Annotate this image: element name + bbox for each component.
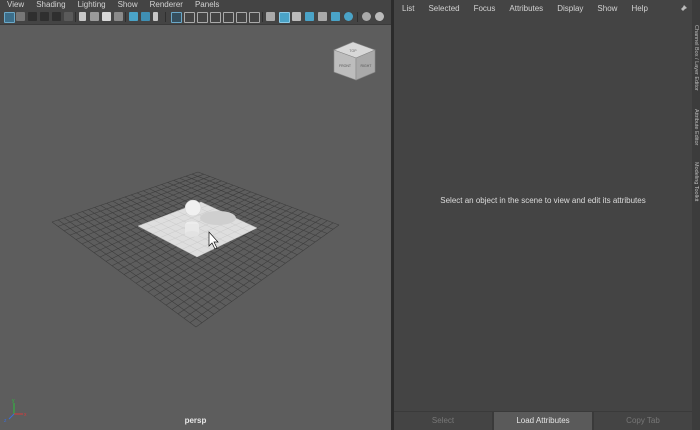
cylinder-base xyxy=(185,231,199,237)
sphere xyxy=(184,199,202,217)
viewport-panel: View Shading Lighting Show Renderer Pane… xyxy=(0,0,391,430)
tab-channel-box[interactable]: Channel Box / Layer Editor xyxy=(692,14,700,102)
camera-label: persp xyxy=(184,416,207,425)
menu-attributes[interactable]: Attributes xyxy=(502,0,550,18)
side-tab-strip: Channel Box / Layer Editor Attribute Edi… xyxy=(692,0,700,430)
menu-show[interactable]: Show xyxy=(112,0,144,10)
menu-help[interactable]: Help xyxy=(624,0,654,18)
lighting-icon[interactable] xyxy=(331,12,340,21)
single-view-icon[interactable] xyxy=(184,12,195,23)
motion-blur-icon[interactable] xyxy=(375,12,384,21)
tab-modeling-toolkit[interactable]: Modeling Toolkit xyxy=(692,154,700,210)
four-view-icon[interactable] xyxy=(210,12,221,23)
select-button[interactable]: Select xyxy=(394,412,492,430)
bookmark-icon[interactable] xyxy=(28,12,37,21)
gate-mask-icon[interactable] xyxy=(102,12,111,21)
viewport-menu-bar: View Shading Lighting Show Renderer Pane… xyxy=(0,0,391,10)
grid-toggle-icon[interactable] xyxy=(64,12,73,21)
view-cube-top-label: TOP xyxy=(349,49,357,53)
pen-icon[interactable] xyxy=(153,12,158,21)
load-attributes-button[interactable]: Load Attributes xyxy=(494,412,592,430)
smooth-shade-icon[interactable] xyxy=(279,12,290,23)
resolution-gate-icon[interactable] xyxy=(90,12,99,21)
axis-y-label: y xyxy=(12,398,15,404)
image-plane-icon[interactable] xyxy=(40,12,49,21)
pin-icon[interactable] xyxy=(678,4,688,14)
view-cube-right-label: RIGHT xyxy=(361,64,373,68)
layout-icon[interactable] xyxy=(223,12,234,23)
shadows-icon[interactable] xyxy=(344,12,353,21)
persp-layout-icon[interactable] xyxy=(249,12,260,23)
view-cube-front-label: FRONT xyxy=(339,64,352,68)
outliner-layout-icon[interactable] xyxy=(236,12,247,23)
camera-lock-icon[interactable] xyxy=(52,12,61,21)
attribute-editor-panel: List Selected Focus Attributes Display S… xyxy=(394,0,692,430)
camera-attributes-icon[interactable] xyxy=(16,12,25,21)
menu-focus[interactable]: Focus xyxy=(467,0,503,18)
scene-canvas: TOP FRONT RIGHT y x z xyxy=(4,41,376,424)
menu-renderer[interactable]: Renderer xyxy=(144,0,189,10)
empty-selection-message: Select an object in the scene to view an… xyxy=(440,196,646,205)
two-view-icon[interactable] xyxy=(197,12,208,23)
ambient-occlusion-icon[interactable] xyxy=(362,12,371,21)
copy-tab-button[interactable]: Copy Tab xyxy=(594,412,692,430)
tab-attribute-editor[interactable]: Attribute Editor xyxy=(692,104,700,150)
wireframe-cube-icon[interactable] xyxy=(266,12,275,21)
maya-window: View Shading Lighting Show Renderer Pane… xyxy=(0,0,700,430)
menu-lighting[interactable]: Lighting xyxy=(72,0,112,10)
menu-selected[interactable]: Selected xyxy=(421,0,466,18)
attribute-editor-body xyxy=(394,18,692,410)
menu-view[interactable]: View xyxy=(0,0,30,10)
menu-show[interactable]: Show xyxy=(590,0,624,18)
film-gate-icon[interactable] xyxy=(79,12,86,21)
safe-title-icon[interactable] xyxy=(141,12,150,21)
view-cube[interactable]: TOP FRONT RIGHT xyxy=(333,41,376,81)
attribute-editor-menu-bar: List Selected Focus Attributes Display S… xyxy=(394,0,692,18)
select-camera-icon[interactable] xyxy=(4,12,15,23)
safe-action-icon[interactable] xyxy=(129,12,138,21)
wireframe-on-shaded-icon[interactable] xyxy=(292,12,301,21)
attribute-editor-buttons: Select Load Attributes Copy Tab xyxy=(394,411,692,430)
menu-shading[interactable]: Shading xyxy=(30,0,71,10)
sphere-shadow xyxy=(200,211,236,225)
wireframe-grid-icon[interactable] xyxy=(171,12,182,23)
menu-panels[interactable]: Panels xyxy=(189,0,225,10)
checker-icon[interactable] xyxy=(318,12,327,21)
3d-viewport[interactable]: TOP FRONT RIGHT y x z persp xyxy=(0,25,391,430)
viewport-toolbar xyxy=(0,10,391,25)
menu-display[interactable]: Display xyxy=(550,0,590,18)
menu-list[interactable]: List xyxy=(394,0,421,18)
field-chart-icon[interactable] xyxy=(114,12,123,21)
textured-icon[interactable] xyxy=(305,12,314,21)
